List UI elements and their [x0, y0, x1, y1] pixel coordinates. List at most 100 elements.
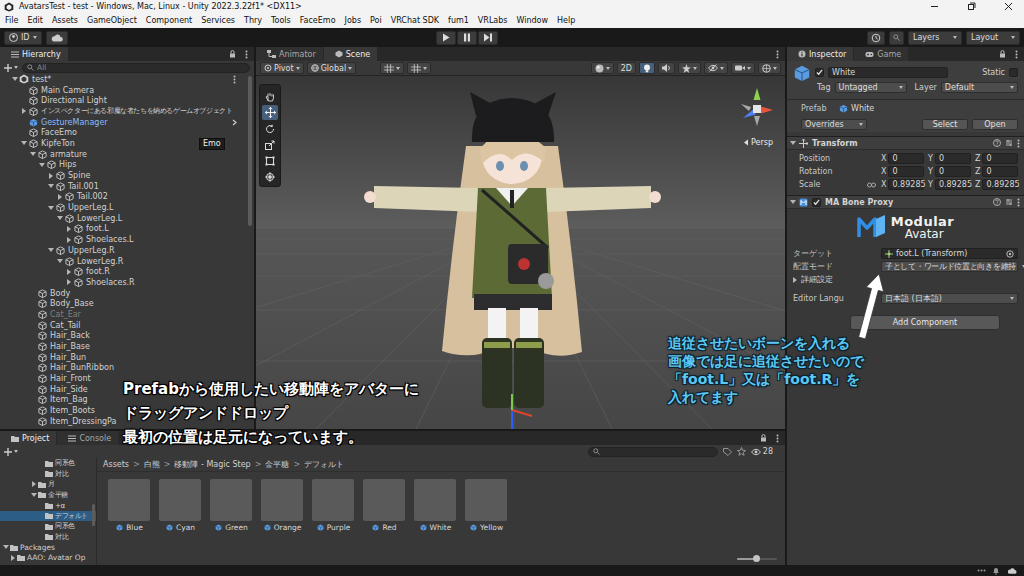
- tool-button[interactable]: [262, 121, 278, 136]
- foldout-arrow[interactable]: [790, 141, 796, 145]
- folder-item[interactable]: デフォルト: [0, 511, 96, 522]
- expand-arrow[interactable]: [48, 206, 54, 210]
- expand-arrow[interactable]: [22, 108, 26, 114]
- hierarchy-item[interactable]: LowerLeg.L: [0, 213, 254, 224]
- number-field[interactable]: 0.89285: [888, 179, 924, 190]
- project-tab[interactable]: Console: [57, 431, 118, 445]
- folder-item[interactable]: Packages: [0, 542, 96, 553]
- number-field[interactable]: 0.89285: [982, 179, 1018, 190]
- constrain-link-icon[interactable]: [867, 182, 876, 188]
- hierarchy-item[interactable]: Shoelaces.L: [0, 234, 254, 245]
- tool-button[interactable]: [262, 169, 278, 184]
- asset-tile[interactable]: Red: [363, 479, 405, 532]
- number-field[interactable]: 0: [888, 153, 924, 164]
- gizmos-dropdown[interactable]: [758, 62, 781, 74]
- asset-tile[interactable]: White: [414, 479, 456, 532]
- help-icon[interactable]: [993, 198, 1001, 206]
- menu-item[interactable]: VRChat SDK: [391, 16, 439, 25]
- help-icon[interactable]: [993, 139, 1001, 147]
- folder-item[interactable]: 金平糖: [0, 490, 96, 501]
- menu-item[interactable]: Assets: [52, 16, 78, 25]
- overrides-dropdown[interactable]: Overrides: [801, 119, 867, 130]
- menu-item[interactable]: File: [5, 16, 18, 25]
- audio-toggle[interactable]: [658, 62, 675, 74]
- number-field[interactable]: 0.89285: [935, 179, 971, 190]
- hierarchy-item[interactable]: Cat_Tail: [0, 320, 254, 331]
- bone-proxy-header[interactable]: MA Bone Proxy: [787, 195, 1024, 209]
- folder-item[interactable]: +α: [0, 500, 96, 511]
- visibility-toggle[interactable]: [704, 62, 728, 74]
- tree-scrollbar[interactable]: [92, 504, 95, 526]
- hierarchy-item[interactable]: Body: [0, 288, 254, 299]
- menu-item[interactable]: Component: [146, 16, 192, 25]
- active-checkbox[interactable]: [815, 68, 824, 77]
- folder-item[interactable]: 対比: [0, 532, 96, 543]
- menu-item[interactable]: Services: [201, 16, 235, 25]
- expand-arrow[interactable]: [49, 173, 53, 179]
- expand-arrow[interactable]: [67, 226, 71, 232]
- notification-icon[interactable]: [992, 567, 1000, 575]
- asset-tile[interactable]: Green: [210, 479, 252, 532]
- static-checkbox[interactable]: [1009, 68, 1018, 77]
- component-enabled-checkbox[interactable]: [812, 198, 821, 207]
- menu-item[interactable]: fum1: [448, 16, 469, 25]
- hierarchy-item[interactable]: Spine: [0, 170, 254, 181]
- play-button[interactable]: [436, 31, 456, 45]
- add-component-button[interactable]: Add Component: [850, 315, 1000, 330]
- project-search[interactable]: [588, 447, 718, 457]
- folder-item[interactable]: 同系色: [0, 458, 96, 469]
- object-picker-icon[interactable]: [1006, 250, 1014, 258]
- inspector-tab[interactable]: Inspector: [787, 47, 853, 61]
- expand-arrow[interactable]: [11, 555, 15, 561]
- asset-tile[interactable]: Purple: [312, 479, 354, 532]
- layer-dropdown[interactable]: Default: [941, 82, 1018, 93]
- step-button[interactable]: [478, 31, 498, 45]
- expand-arrow[interactable]: [3, 545, 9, 549]
- expand-arrow[interactable]: [39, 163, 45, 167]
- tool-button[interactable]: [262, 105, 278, 120]
- scene-menu-icon[interactable]: [229, 75, 239, 84]
- expand-arrow[interactable]: [57, 259, 63, 263]
- folder-item[interactable]: AAO: Avatar Op: [0, 553, 96, 564]
- select-button[interactable]: Select: [922, 119, 968, 130]
- scene-tab[interactable]: Animator: [256, 47, 323, 61]
- camera-settings[interactable]: [731, 62, 755, 74]
- hierarchy-item[interactable]: Hips: [0, 160, 254, 171]
- menu-item[interactable]: Edit: [27, 16, 43, 25]
- hierarchy-item[interactable]: インスペクターにある邪魔な者たちを納めるゲームオブジェクト: [0, 106, 254, 117]
- hierarchy-tab[interactable]: Hierarchy: [0, 47, 68, 61]
- lock-icon[interactable]: [999, 47, 1006, 61]
- hierarchy-item[interactable]: Hair_Bun: [0, 352, 254, 363]
- dropdown-field[interactable]: 子として・ワールド位置と向きを維持: [881, 261, 1018, 272]
- more-icon[interactable]: [1017, 198, 1020, 207]
- hierarchy-scrollbar[interactable]: [248, 76, 252, 226]
- hierarchy-item[interactable]: Shoelaces.R: [0, 277, 254, 288]
- create-asset-button[interactable]: [4, 447, 18, 457]
- hierarchy-item[interactable]: Hair_Back: [0, 331, 254, 342]
- breadcrumb-item[interactable]: デフォルト: [304, 459, 344, 470]
- pause-button[interactable]: [457, 31, 477, 45]
- label-filter-icon[interactable]: [723, 448, 732, 456]
- language-dropdown[interactable]: 日本語 (日本語): [881, 293, 1018, 304]
- expand-arrow[interactable]: [48, 248, 54, 252]
- account-button[interactable]: ID: [4, 31, 42, 45]
- menu-item[interactable]: Poi: [370, 16, 382, 25]
- cloud-button[interactable]: [46, 31, 68, 45]
- number-field[interactable]: 0: [935, 153, 971, 164]
- tool-button[interactable]: [262, 137, 278, 152]
- expand-arrow[interactable]: [48, 184, 54, 188]
- maximize-button[interactable]: [955, 0, 987, 13]
- create-button[interactable]: [4, 63, 18, 73]
- project-tab[interactable]: Project: [0, 431, 56, 445]
- name-field[interactable]: White: [828, 67, 948, 78]
- more-icon[interactable]: [776, 431, 779, 445]
- menu-item[interactable]: FaceEmo: [300, 16, 336, 25]
- hierarchy-item[interactable]: Hair_BunRibbon: [0, 363, 254, 374]
- folder-item[interactable]: 月: [0, 479, 96, 490]
- expand-arrow[interactable]: [30, 152, 36, 156]
- search-button[interactable]: [889, 31, 904, 45]
- scene-tab[interactable]: Scene: [324, 47, 377, 61]
- history-button[interactable]: [867, 31, 885, 45]
- breadcrumb-item[interactable]: 白熊: [144, 459, 160, 470]
- more-icon[interactable]: [245, 47, 248, 61]
